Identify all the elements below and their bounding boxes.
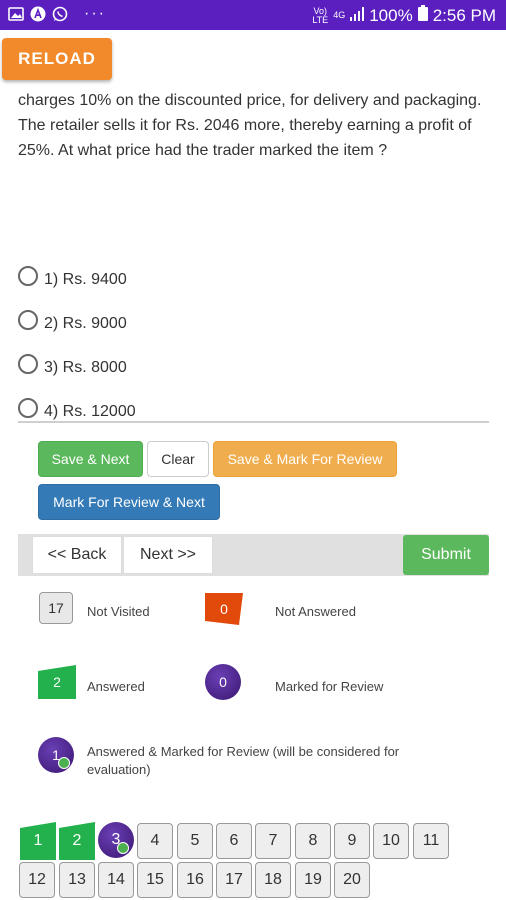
a-circle-icon — [30, 6, 46, 22]
battery-percent: 100% — [369, 5, 413, 25]
volte-icon: Vo) LTE — [312, 5, 329, 25]
back-button[interactable]: << Back — [32, 536, 122, 574]
option-1[interactable]: 1) Rs. 9400 — [18, 258, 488, 302]
question-palette-item[interactable]: 3 — [98, 822, 134, 858]
clock: 2:56 PM — [432, 5, 496, 25]
question-palette-item[interactable]: 6 — [216, 823, 252, 859]
answered-badge: 2 — [38, 665, 76, 699]
answered-marked-label: Answered & Marked for Review (will be co… — [87, 744, 400, 777]
question-palette-item[interactable]: 13 — [59, 862, 95, 898]
radio-button[interactable] — [18, 310, 38, 330]
radio-button[interactable] — [18, 398, 38, 418]
submit-button[interactable]: Submit — [403, 535, 489, 575]
radio-button[interactable] — [18, 266, 38, 286]
network-type-label: 4G — [333, 10, 346, 20]
more-notifications-icon: ··· — [84, 5, 106, 22]
notification-icons: ··· — [8, 6, 106, 22]
question-palette-item[interactable]: 17 — [216, 862, 252, 898]
question-palette-item[interactable]: 2 — [59, 822, 95, 860]
question-palette-item[interactable]: 18 — [255, 862, 291, 898]
question-palette-item[interactable]: 1 — [20, 822, 56, 860]
question-palette-item[interactable]: 8 — [295, 823, 331, 859]
whatsapp-icon — [52, 6, 68, 22]
answered-marked-badge: 1 — [38, 737, 74, 773]
mark-review-next-button[interactable]: Mark For Review & Next — [38, 484, 220, 520]
option-2[interactable]: 2) Rs. 9000 — [18, 302, 488, 346]
answer-options: 1) Rs. 9400 2) Rs. 9000 3) Rs. 8000 4) R… — [18, 258, 488, 434]
question-palette-item[interactable]: 16 — [177, 862, 213, 898]
marked-review-label: Marked for Review — [275, 679, 384, 694]
question-palette-item[interactable]: 11 — [413, 823, 449, 859]
question-palette-item[interactable]: 7 — [255, 823, 291, 859]
question-palette-item[interactable]: 15 — [137, 862, 173, 898]
check-icon — [58, 757, 70, 769]
question-text: charges 10% on the discounted price, for… — [18, 92, 482, 159]
question-palette-item[interactable]: 14 — [98, 862, 134, 898]
marked-review-badge: 0 — [205, 664, 241, 700]
battery-icon — [417, 5, 428, 26]
not-visited-label: Not Visited — [87, 604, 150, 619]
option-label: 4) Rs. 12000 — [44, 403, 136, 420]
question-palette-item[interactable]: 9 — [334, 823, 370, 859]
check-icon — [117, 842, 129, 854]
reload-button[interactable]: RELOAD — [2, 38, 112, 80]
save-next-button[interactable]: Save & Next — [38, 441, 143, 477]
option-label: 2) Rs. 9000 — [44, 315, 127, 332]
question-palette-item[interactable]: 12 — [19, 862, 55, 898]
clear-button[interactable]: Clear — [147, 441, 209, 477]
signal-icon — [350, 6, 365, 26]
option-4[interactable]: 4) Rs. 12000 — [18, 390, 488, 434]
save-mark-review-button[interactable]: Save & Mark For Review — [213, 441, 397, 477]
answered-label: Answered — [87, 679, 145, 694]
system-status: Vo) LTE 4G 100% 2:56 PM — [312, 5, 496, 26]
option-3[interactable]: 3) Rs. 8000 — [18, 346, 488, 390]
question-palette-item[interactable]: 10 — [373, 823, 409, 859]
divider — [18, 421, 489, 423]
option-label: 1) Rs. 9400 — [44, 271, 127, 288]
option-label: 3) Rs. 8000 — [44, 359, 127, 376]
not-answered-badge: 0 — [205, 593, 243, 625]
status-bar: ··· Vo) LTE 4G 100% 2:56 PM — [0, 0, 506, 30]
next-button[interactable]: Next >> — [123, 536, 213, 574]
question-palette-item[interactable]: 4 — [137, 823, 173, 859]
not-answered-label: Not Answered — [275, 604, 356, 619]
not-visited-badge: 17 — [39, 592, 73, 624]
image-icon — [8, 6, 24, 22]
question-palette-item[interactable]: 19 — [295, 862, 331, 898]
navigation-bar: << Back Next >> Submit — [18, 534, 489, 576]
question-palette-item[interactable]: 5 — [177, 823, 213, 859]
radio-button[interactable] — [18, 354, 38, 374]
question-palette-item[interactable]: 20 — [334, 862, 370, 898]
